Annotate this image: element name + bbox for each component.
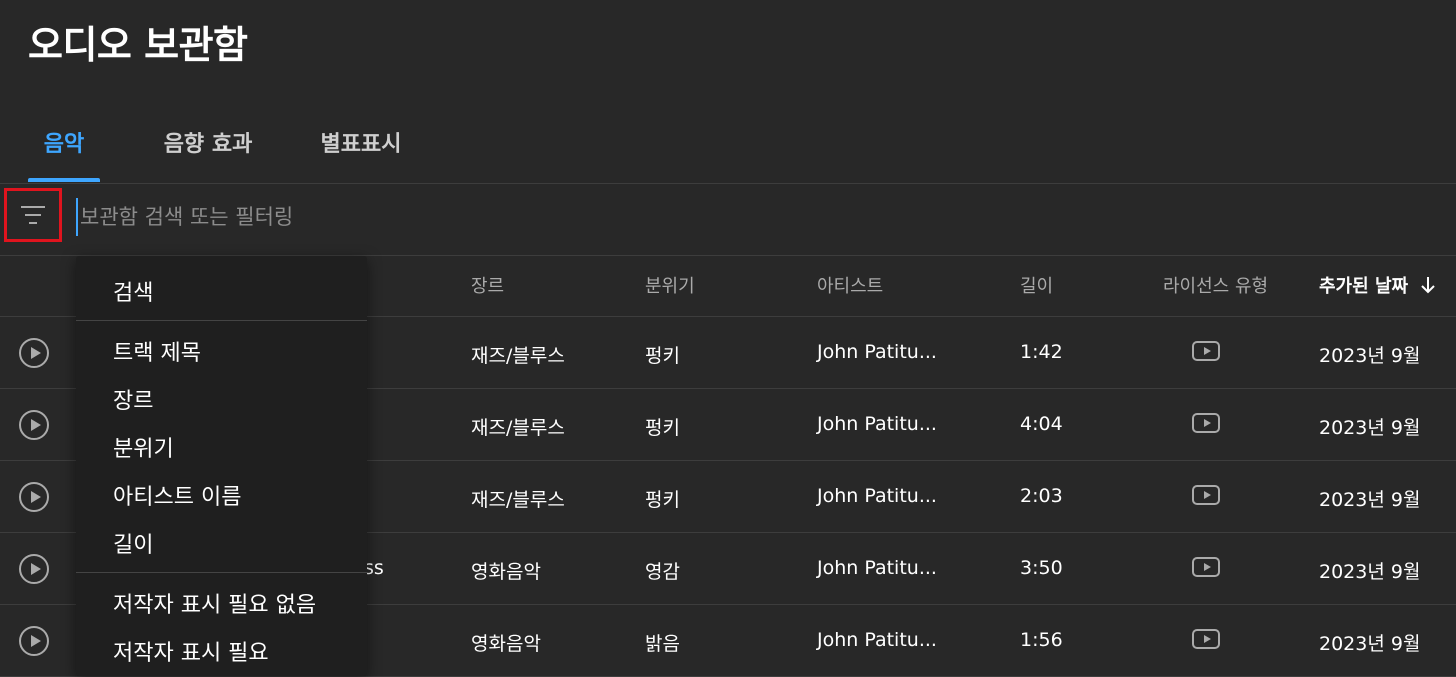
track-duration: 3:50 — [1020, 557, 1063, 579]
track-date-added: 2023년 9월 — [1319, 633, 1421, 655]
play-icon[interactable] — [19, 338, 49, 368]
tab-bar: 음악 음향 효과 별표표시 — [0, 112, 1456, 182]
menu-item-artist-name[interactable]: 아티스트 이름 — [113, 479, 241, 511]
column-header-artist[interactable]: 아티스트 — [817, 272, 883, 298]
menu-divider — [76, 320, 367, 321]
youtube-icon — [1192, 629, 1220, 649]
track-date-added: 2023년 9월 — [1319, 417, 1421, 439]
youtube-icon — [1192, 557, 1220, 577]
track-artist[interactable]: John Patitu... — [817, 557, 937, 579]
youtube-icon — [1192, 341, 1220, 361]
filter-icon — [21, 206, 45, 224]
column-header-date-added[interactable]: 추가된 날짜 — [1319, 272, 1436, 298]
column-header-duration[interactable]: 길이 — [1020, 272, 1053, 298]
track-mood: 밝음 — [645, 633, 680, 655]
menu-item-track-title[interactable]: 트랙 제목 — [113, 335, 201, 367]
track-artist[interactable]: John Patitu... — [817, 413, 937, 435]
track-duration: 1:42 — [1020, 341, 1063, 363]
track-artist[interactable]: John Patitu... — [817, 341, 937, 363]
active-tab-indicator — [28, 178, 100, 182]
track-mood: 펑키 — [645, 345, 680, 367]
filter-button[interactable] — [4, 188, 62, 242]
tab-music-label: 음악 — [43, 132, 85, 157]
menu-item-duration[interactable]: 길이 — [113, 527, 153, 559]
menu-item-mood[interactable]: 분위기 — [113, 431, 174, 463]
track-genre: 재즈/블루스 — [471, 345, 565, 367]
tab-starred-label: 별표표시 — [320, 132, 402, 157]
track-date-added: 2023년 9월 — [1319, 561, 1421, 583]
track-artist[interactable]: John Patitu... — [817, 485, 937, 507]
filter-menu: 검색 트랙 제목 장르 분위기 아티스트 이름 길이 저작자 표시 필요 없음 … — [76, 256, 367, 676]
track-artist[interactable]: John Patitu... — [817, 629, 937, 651]
arrow-down-icon — [1421, 277, 1436, 294]
track-duration: 1:56 — [1020, 629, 1063, 651]
menu-item-no-attribution-required[interactable]: 저작자 표시 필요 없음 — [113, 587, 316, 619]
search-input[interactable] — [76, 198, 682, 236]
track-genre: 영화음악 — [471, 633, 541, 655]
youtube-icon — [1192, 413, 1220, 433]
track-mood: 펑키 — [645, 489, 680, 511]
menu-item-genre[interactable]: 장르 — [113, 383, 153, 415]
track-genre: 재즈/블루스 — [471, 489, 565, 511]
track-mood: 영감 — [645, 561, 680, 583]
menu-item-search[interactable]: 검색 — [113, 275, 153, 307]
track-date-added: 2023년 9월 — [1319, 489, 1421, 511]
divider — [0, 183, 1456, 184]
column-header-genre[interactable]: 장르 — [471, 272, 504, 298]
youtube-icon — [1192, 485, 1220, 505]
column-header-date-added-label: 추가된 날짜 — [1319, 276, 1409, 297]
tab-starred[interactable]: 별표표시 — [306, 112, 416, 182]
column-header-license[interactable]: 라이선스 유형 — [1163, 272, 1268, 298]
menu-item-attribution-required[interactable]: 저작자 표시 필요 — [113, 635, 269, 667]
tab-sound-effects-label: 음향 효과 — [163, 132, 253, 157]
track-genre: 영화음악 — [471, 561, 541, 583]
tab-sound-effects[interactable]: 음향 효과 — [148, 112, 268, 182]
menu-divider — [76, 572, 367, 573]
play-icon[interactable] — [19, 554, 49, 584]
track-date-added: 2023년 9월 — [1319, 345, 1421, 367]
page-title: 오디오 보관함 — [28, 23, 248, 67]
play-icon[interactable] — [19, 626, 49, 656]
play-icon[interactable] — [19, 482, 49, 512]
track-genre: 재즈/블루스 — [471, 417, 565, 439]
column-header-mood[interactable]: 분위기 — [645, 272, 695, 298]
track-duration: 2:03 — [1020, 485, 1063, 507]
play-icon[interactable] — [19, 410, 49, 440]
track-duration: 4:04 — [1020, 413, 1063, 435]
track-mood: 펑키 — [645, 417, 680, 439]
tab-music[interactable]: 음악 — [28, 112, 100, 182]
